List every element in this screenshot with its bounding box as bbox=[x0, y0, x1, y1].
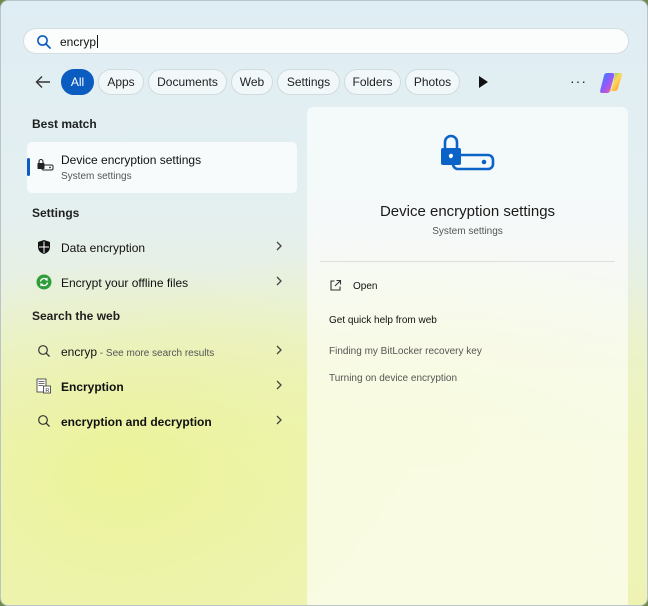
quick-help-heading: Get quick help from web bbox=[329, 315, 437, 326]
device-encryption-large-icon bbox=[441, 134, 495, 171]
settings-item-data-encryption[interactable]: Data encryption bbox=[27, 232, 297, 262]
filter-tab-web[interactable]: Web bbox=[231, 69, 273, 95]
best-match-title: Device encryption settings bbox=[61, 153, 202, 167]
svg-text:R: R bbox=[45, 388, 49, 394]
web-result-encryp[interactable]: encryp - See more search results bbox=[27, 336, 297, 366]
start-search-window: encryp All Apps Documents Web Settings F… bbox=[0, 0, 648, 606]
help-link-device-encryption[interactable]: Turning on device encryption bbox=[329, 373, 457, 384]
web-result-label: Encryption bbox=[61, 380, 124, 394]
sync-icon bbox=[36, 274, 52, 290]
document-icon: R bbox=[36, 378, 51, 394]
divider bbox=[320, 261, 615, 262]
copilot-icon[interactable] bbox=[598, 69, 624, 95]
chevron-right-icon bbox=[276, 345, 282, 355]
shield-icon bbox=[38, 240, 50, 254]
chevron-right-icon bbox=[276, 276, 282, 286]
web-result-label: encryp - See more search results bbox=[61, 345, 215, 359]
filter-tab-all[interactable]: All bbox=[61, 69, 94, 95]
chevron-right-icon bbox=[276, 241, 282, 251]
best-match-subtitle: System settings bbox=[61, 171, 132, 182]
search-icon bbox=[38, 415, 50, 427]
search-input[interactable]: encryp bbox=[60, 35, 99, 49]
filter-tab-folders[interactable]: Folders bbox=[344, 69, 401, 95]
best-match-item[interactable]: Device encryption settings System settin… bbox=[27, 142, 297, 193]
play-more-filters-icon[interactable] bbox=[478, 76, 488, 88]
settings-item-label: Encrypt your offline files bbox=[61, 276, 189, 290]
more-options-button[interactable]: ··· bbox=[570, 73, 587, 89]
selection-indicator bbox=[27, 158, 30, 176]
filter-tab-photos[interactable]: Photos bbox=[405, 69, 460, 95]
search-box[interactable]: encryp bbox=[23, 28, 629, 54]
filter-tab-apps[interactable]: Apps bbox=[98, 69, 144, 95]
preview-pane: Device encryption settings System settin… bbox=[307, 107, 628, 605]
help-link-bitlocker-recovery-key[interactable]: Finding my BitLocker recovery key bbox=[329, 346, 482, 357]
web-result-encryption-and-decryption[interactable]: encryption and decryption bbox=[27, 406, 297, 436]
filter-tab-settings[interactable]: Settings bbox=[277, 69, 340, 95]
filter-tab-documents[interactable]: Documents bbox=[148, 69, 227, 95]
web-result-label: encryption and decryption bbox=[61, 415, 212, 429]
search-icon bbox=[37, 35, 51, 49]
search-web-heading: Search the web bbox=[32, 309, 121, 323]
settings-item-label: Data encryption bbox=[61, 241, 146, 255]
chevron-right-icon bbox=[276, 415, 282, 425]
open-external-icon[interactable] bbox=[329, 279, 342, 292]
web-result-encryption[interactable]: R Encryption bbox=[27, 371, 297, 401]
text-caret bbox=[97, 35, 99, 48]
best-match-heading: Best match bbox=[32, 117, 97, 131]
preview-subtitle: System settings bbox=[432, 226, 503, 237]
settings-item-encrypt-offline-files[interactable]: Encrypt your offline files bbox=[27, 267, 297, 297]
back-arrow-icon[interactable] bbox=[34, 73, 52, 91]
open-button[interactable]: Open bbox=[353, 281, 377, 292]
settings-heading: Settings bbox=[32, 206, 80, 220]
chevron-right-icon bbox=[276, 380, 282, 390]
search-icon bbox=[38, 345, 50, 357]
preview-title: Device encryption settings bbox=[379, 203, 556, 220]
device-encryption-icon bbox=[37, 158, 54, 171]
